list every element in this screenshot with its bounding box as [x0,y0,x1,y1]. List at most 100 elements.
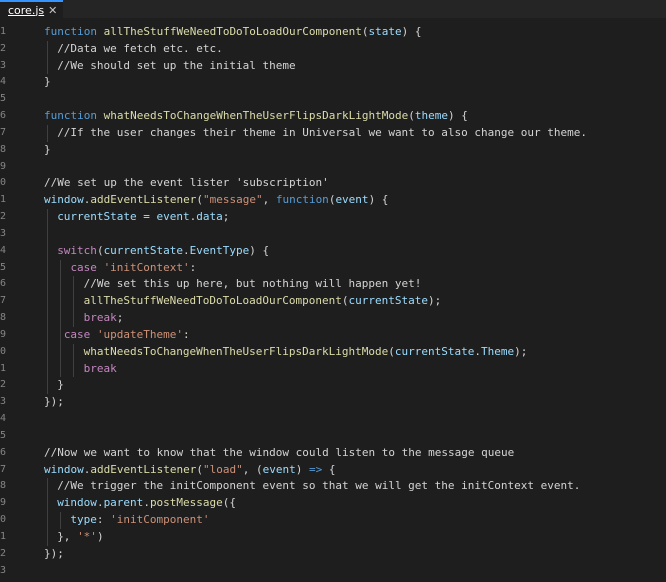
code-line[interactable]: 7 //If the user changes their theme in Un… [0,124,666,142]
indent-guide [47,57,48,75]
code-line[interactable]: 8 break; [0,310,666,327]
code-line[interactable]: 6 //Now we want to know that the window c… [0,445,666,462]
code-line[interactable]: 0 whatNeedsToChangeWhenTheUserFlipsDarkLi… [0,343,666,361]
code-line[interactable]: 2} [0,377,666,395]
code-text: currentState = event.data; [57,209,229,226]
code-line[interactable]: 0 //We set up the event lister 'subscript… [0,175,666,192]
code-token: state [368,25,402,38]
code-line[interactable]: 4 switch(currentState.EventType) { [0,242,666,260]
code-token: addEventListener [90,193,197,207]
code-token: }, [57,529,78,543]
code-line[interactable]: 4} [0,74,666,91]
line-number: 2 [0,547,7,559]
code-token: currentState [57,210,137,224]
code-line[interactable]: 1 window.addEventListener("message", func… [0,192,666,209]
line-number: 9 [0,328,7,340]
code-line[interactable]: 8 //We trigger the initComponent event so… [0,478,666,496]
indent-guide [47,528,48,546]
code-line[interactable]: 1}, '*') [0,528,666,546]
code-line[interactable]: 7 window.addEventListener("load", (event)… [0,462,666,479]
editor-text-area[interactable]: 1 function allTheStuffWeNeedToDoToLoadOur… [0,24,666,582]
code-line[interactable]: 1 break [0,360,666,378]
indent-guide [73,310,75,327]
indent-guide [47,293,48,311]
line-number: 9 [0,497,7,509]
close-icon[interactable]: ✕ [48,5,57,16]
code-token: ( [341,294,349,308]
line-number: 8 [0,143,7,155]
indent-guide [47,276,48,294]
code-token: ) [295,462,309,476]
line-number: 6 [0,278,7,290]
line-number: 4 [0,244,7,256]
line-number: 1 [0,26,7,37]
indent-guide [47,495,48,513]
code-token: currentState [394,344,475,358]
code-line[interactable]: 9 case 'updateTheme': [0,326,666,344]
code-token: ({ [222,496,237,510]
indent-guide [73,343,75,361]
code-line[interactable]: 2 currentState = event.data; [0,209,666,226]
code-token: , [262,193,276,207]
code-line[interactable]: 5 [0,91,666,108]
code-token: } [57,378,64,392]
code-line[interactable]: 2 //Data we fetch etc. etc. [0,40,666,58]
code-text: }); [44,394,64,411]
code-token: function [44,25,104,38]
indent-guide [60,259,62,277]
code-line[interactable]: 5 case 'initContext': [0,259,666,277]
code-token: : [96,513,111,527]
code-token: }); [44,546,64,560]
tab-label: core.js [8,3,45,17]
code-text: } [44,74,51,91]
code-token: postMessage [149,496,223,510]
code-line[interactable]: 8} [0,142,666,159]
code-line[interactable]: 6 function whatNeedsToChangeWhenTheUserFl… [0,108,666,125]
code-line[interactable]: 4 [0,411,666,428]
code-line[interactable]: 9 [0,159,666,176]
code-text: //We set up the event lister 'subscripti… [44,175,329,192]
code-line[interactable]: 2}); [0,546,666,563]
code-token: : [189,260,197,274]
code-line[interactable]: 6 //We set this up here, but nothing will… [0,276,666,294]
code-token: //If the user changes their theme in Uni… [57,125,587,139]
code-line[interactable]: 3}); [0,394,666,411]
code-text: //If the user changes their theme in Uni… [57,125,587,142]
code-line[interactable]: 3 [0,563,666,580]
code-line[interactable]: 3 [0,225,666,243]
code-text: switch(currentState.EventType) { [57,243,269,260]
code-token: ) { [448,109,468,123]
indent-guide [47,360,48,378]
code-text: break [84,361,117,378]
tab-core-js[interactable]: core.js ✕ [0,0,64,18]
indent-guide [60,326,62,344]
code-line[interactable]: 1 function allTheStuffWeNeedToDoToLoadOur… [0,24,666,41]
code-token: '*' [77,529,97,543]
code-token: . [183,243,190,257]
code-token: case [63,327,97,341]
indent-guide [47,209,48,226]
code-token: ( [196,193,203,207]
code-token: . [96,496,104,510]
code-line[interactable]: 9 window.parent.postMessage({ [0,495,666,513]
code-token: whatNeedsToChangeWhenTheUserFlipsDarkLig… [83,344,389,358]
code-text: window.addEventListener("message", funct… [44,192,388,209]
line-number: 2 [0,42,7,54]
code-token: //We set up the event lister 'subscripti… [44,176,329,190]
code-text: //We trigger the initComponent event so … [57,478,580,495]
code-token: ; [222,210,230,224]
code-line[interactable]: 0 type: 'initComponent' [0,512,666,529]
code-token: currentState [103,243,184,257]
line-number: 4 [0,76,7,88]
code-line[interactable]: 5 [0,428,666,445]
code-text: case 'initContext': [70,260,196,277]
code-token: ( [196,462,203,476]
indent-guide [60,293,62,311]
code-line[interactable]: 3 //We should set up the initial theme [0,57,666,75]
code-text: }, '*') [57,529,103,546]
code-text: //We should set up the initial theme [57,58,295,75]
code-token: ( [361,25,369,38]
line-number: 5 [0,93,7,105]
code-text: function whatNeedsToChangeWhenTheUserFli… [44,108,468,125]
code-line[interactable]: 7 allTheStuffWeNeedToDoToLoadOurComponent… [0,293,666,311]
